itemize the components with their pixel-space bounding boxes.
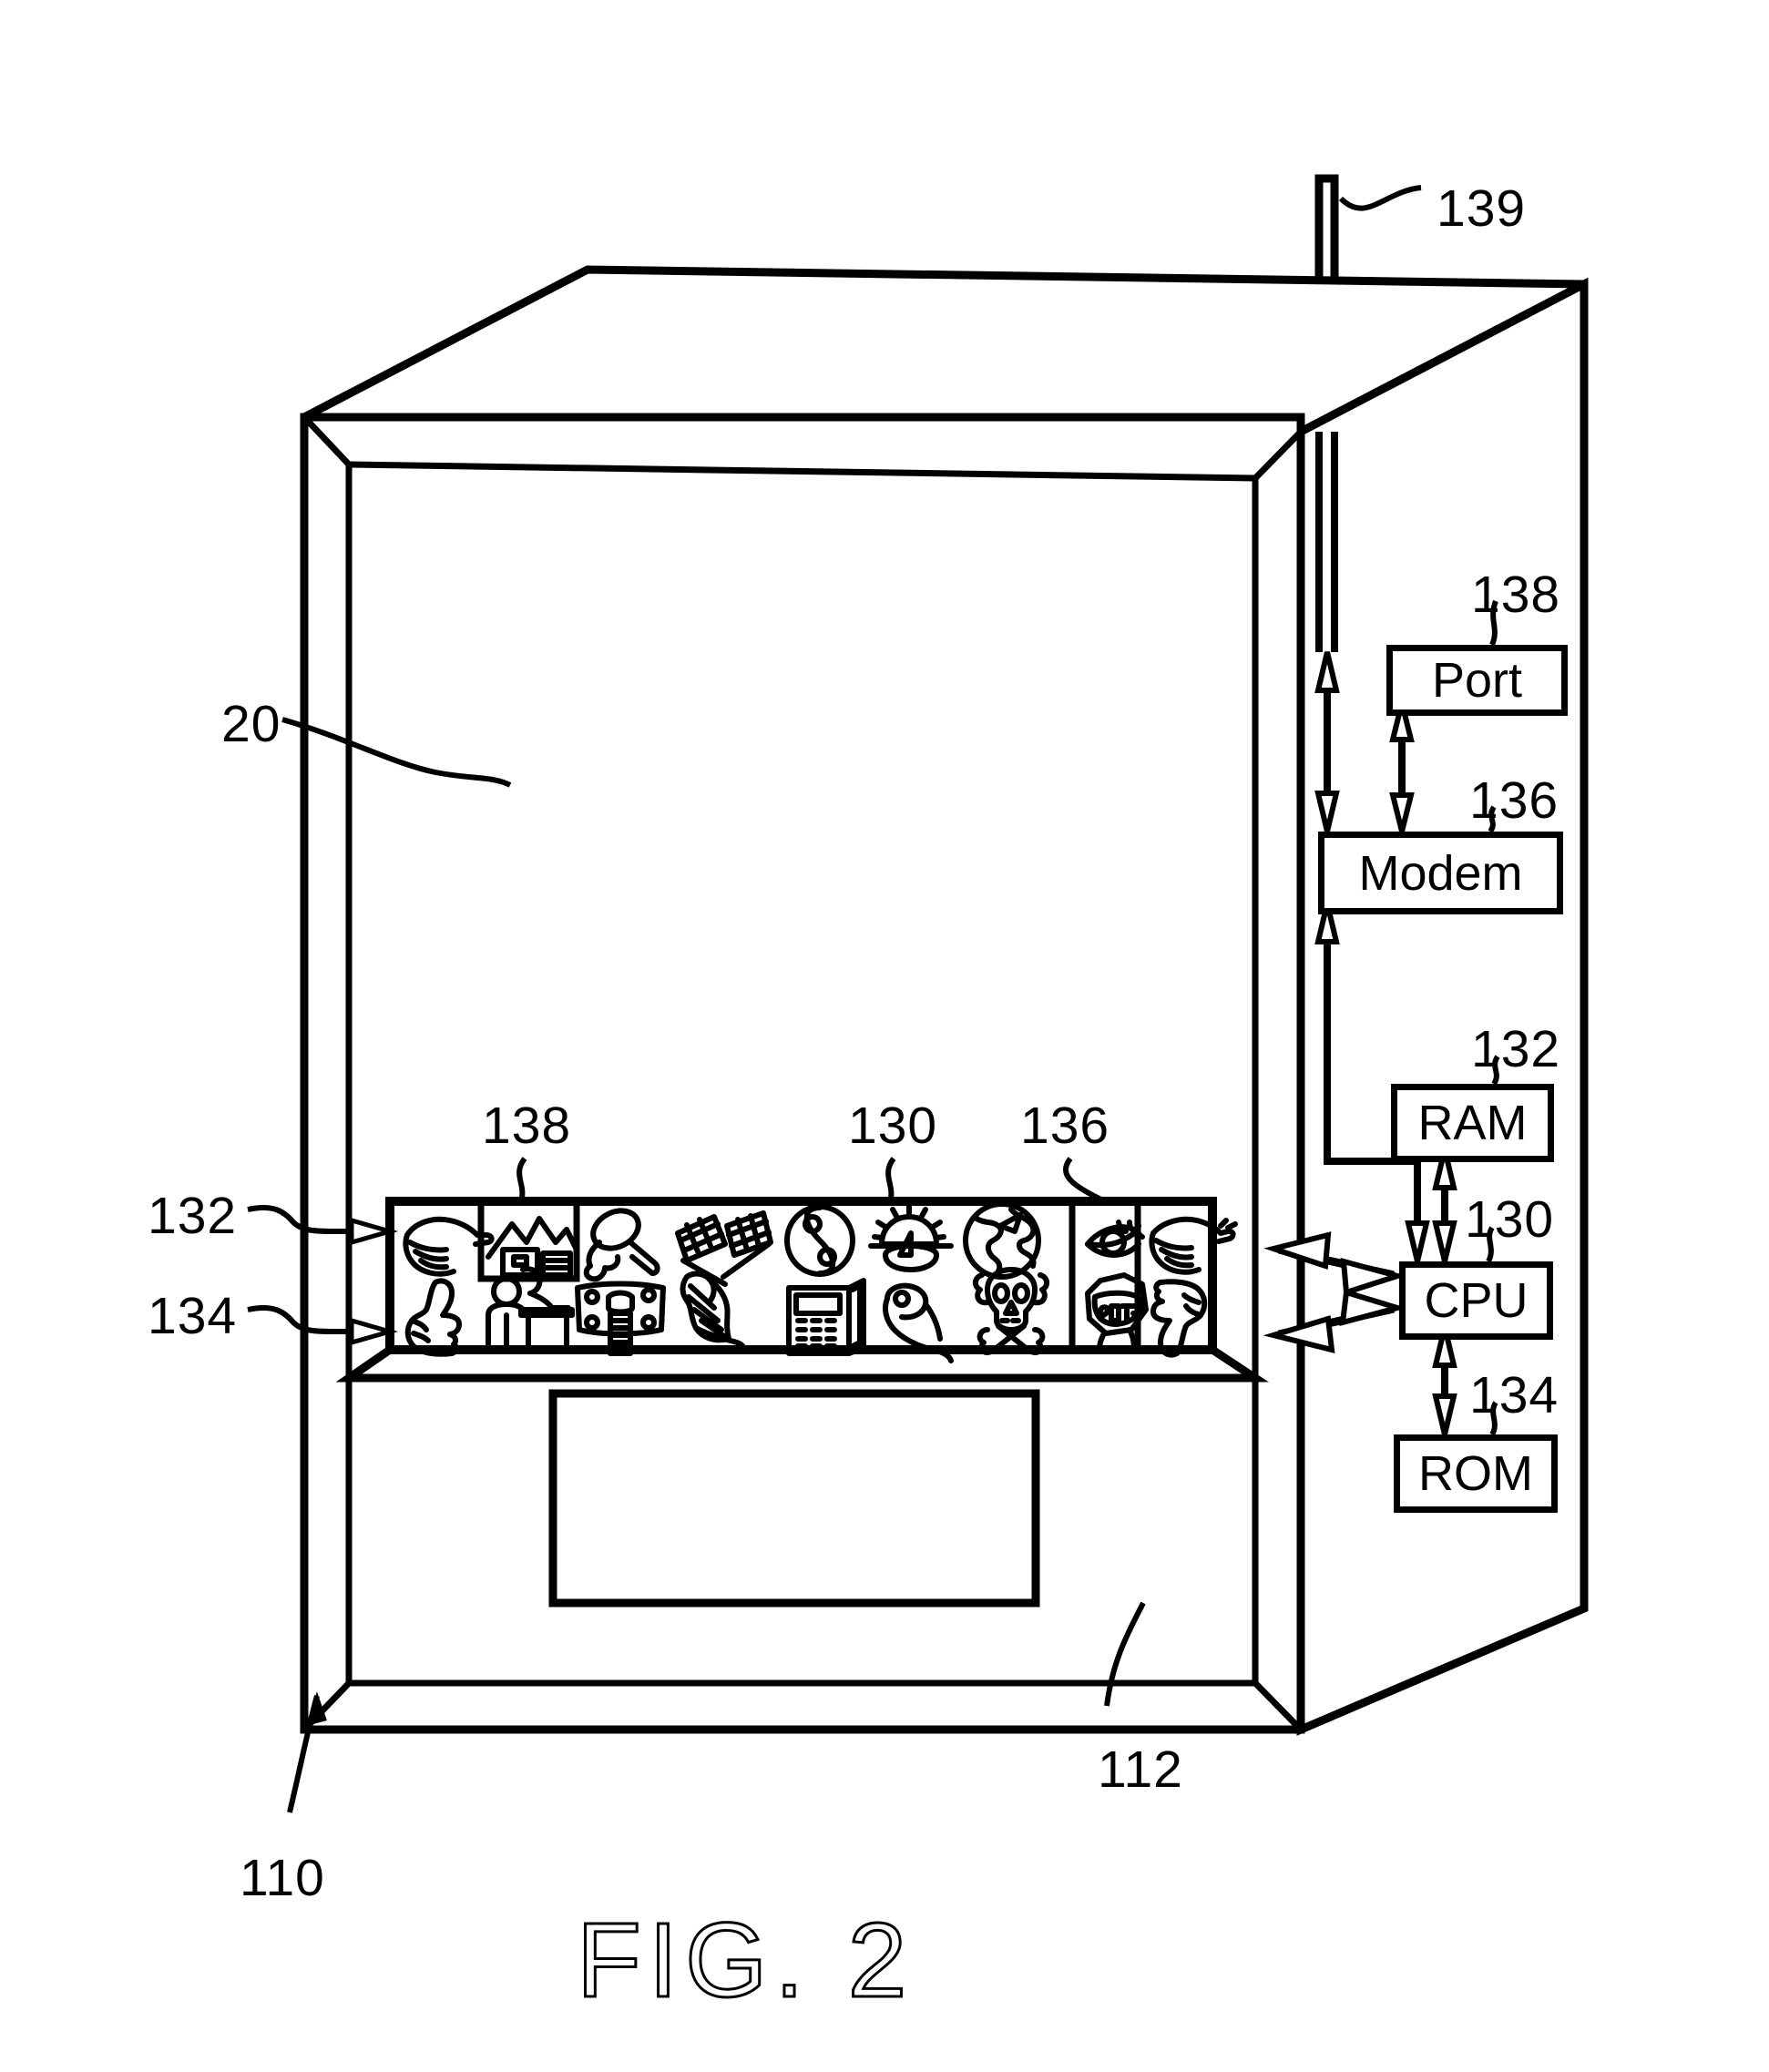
block-cpu: CPU xyxy=(1399,1261,1553,1340)
patent-figure-2: Port Modem RAM CPU ROM 139 138 136 132 1… xyxy=(0,0,1769,2072)
callout-130-cpu: 130 xyxy=(1465,1190,1555,1249)
block-port: Port xyxy=(1386,645,1568,716)
block-modem-label: Modem xyxy=(1358,845,1523,901)
display-window xyxy=(548,1389,1040,1608)
callout-138-strip: 138 xyxy=(482,1097,572,1155)
callout-134-rom: 134 xyxy=(1469,1366,1559,1424)
callout-130-strip: 130 xyxy=(848,1097,938,1155)
callout-139: 139 xyxy=(1437,179,1527,238)
callout-138-port: 138 xyxy=(1471,566,1561,624)
figure-caption: FIG. 2 xyxy=(575,1900,915,2021)
block-modem: Modem xyxy=(1318,832,1563,914)
block-cpu-label: CPU xyxy=(1424,1273,1529,1328)
block-ram-label: RAM xyxy=(1417,1096,1528,1150)
block-port-label: Port xyxy=(1431,653,1523,708)
callout-132-ram: 132 xyxy=(1471,1020,1561,1078)
block-ram: RAM xyxy=(1391,1084,1554,1162)
callout-110-device: 110 xyxy=(240,1849,325,1907)
callout-132-strip-row1: 132 xyxy=(148,1187,238,1245)
callout-136-strip: 136 xyxy=(1020,1097,1110,1155)
callout-112-housing: 112 xyxy=(1098,1740,1183,1799)
callout-136-modem: 136 xyxy=(1469,771,1559,830)
callout-134-strip-row2: 134 xyxy=(148,1287,238,1345)
callout-20-front-panel: 20 xyxy=(221,695,281,753)
block-rom-label: ROM xyxy=(1418,1446,1533,1501)
block-rom: ROM xyxy=(1394,1434,1558,1513)
